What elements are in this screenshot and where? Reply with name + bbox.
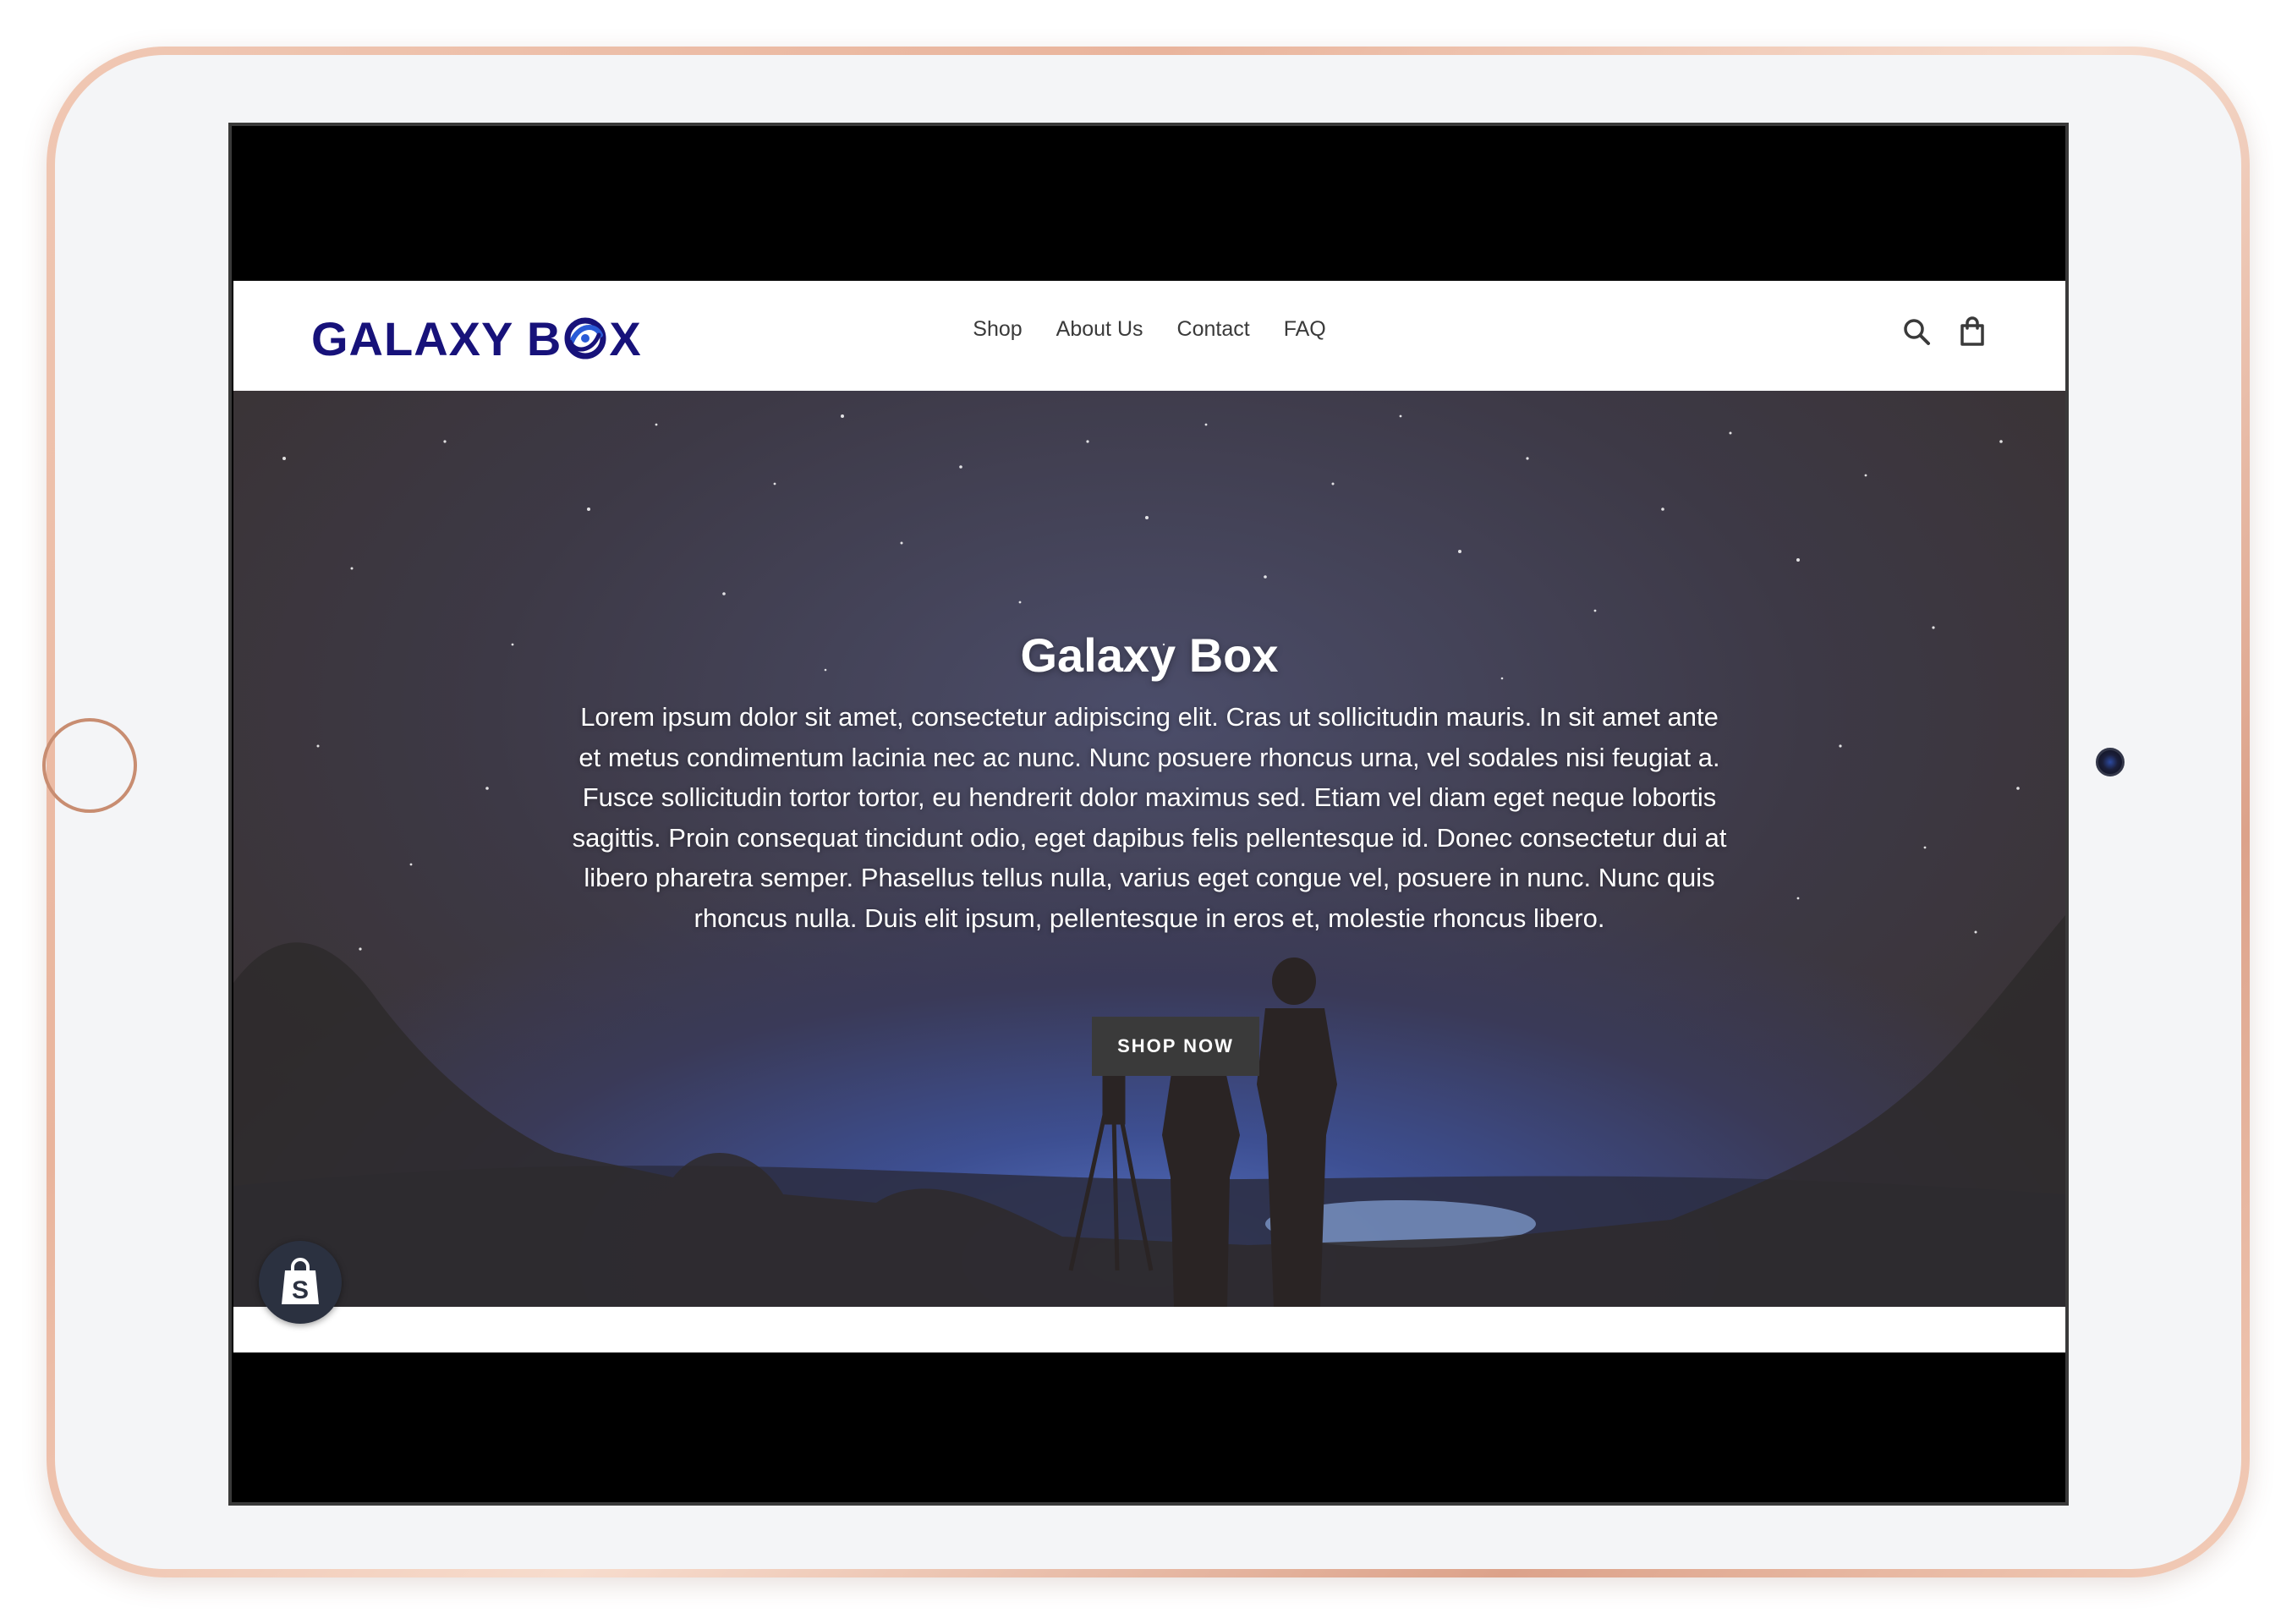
nav-item-contact[interactable]: Contact [1177,317,1250,342]
logo-text-left: GALAXY B [311,311,562,365]
nav-item-faq[interactable]: FAQ [1284,317,1326,342]
nav-item-about-us[interactable]: About Us [1056,317,1143,342]
site-header: GALAXY B X Shop About Us Contact FAQ [233,281,2065,391]
page-content-strip [233,1307,2065,1352]
letterbox-bottom [232,1352,2065,1502]
nav-item-shop[interactable]: Shop [973,317,1022,342]
hero-title: Galaxy Box [1020,628,1279,682]
home-button[interactable] [42,718,137,813]
shopify-bag-icon: S [282,1258,319,1304]
search-icon[interactable] [1901,316,1932,347]
galaxy-swirl-icon [564,317,606,359]
letterbox-top [232,126,2065,281]
front-camera-icon [2096,748,2125,776]
treeline [233,915,2065,1307]
header-icons [1901,316,1988,347]
hero-banner: Galaxy Box Lorem ipsum dolor sit amet, c… [233,391,2065,1307]
shop-now-button[interactable]: SHOP NOW [1092,1017,1259,1076]
hero-description: Lorem ipsum dolor sit amet, consectetur … [572,702,1727,933]
cart-icon[interactable] [1957,316,1988,347]
logo-text-right: X [609,311,642,365]
svg-text:S: S [292,1276,309,1304]
site-logo[interactable]: GALAXY B X [311,311,642,365]
shopify-badge[interactable]: S [259,1241,342,1324]
tablet-screen: GALAXY B X Shop About Us Contact FAQ Gal… [228,123,2069,1506]
